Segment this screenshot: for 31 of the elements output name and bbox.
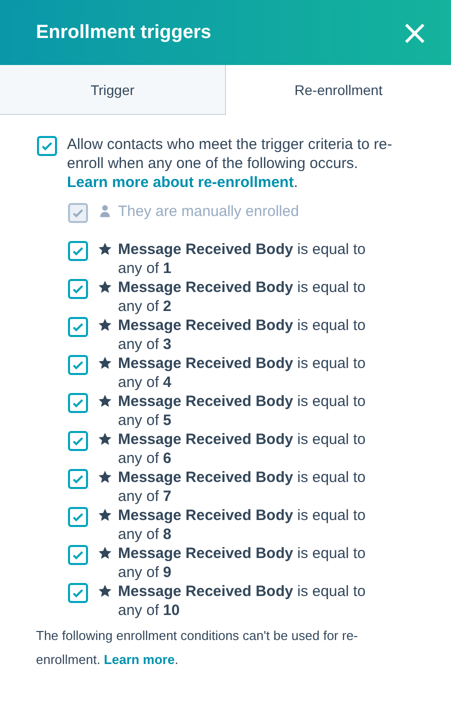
star-icon: [98, 584, 112, 598]
person-icon: [98, 204, 112, 218]
star-icon: [98, 318, 112, 332]
star-icon: [98, 394, 112, 408]
checkbox[interactable]: [68, 583, 88, 603]
star-icon: [98, 432, 112, 446]
checkbox[interactable]: [68, 393, 88, 413]
panel-title: Enrollment triggers: [36, 22, 212, 44]
checkbox[interactable]: [68, 545, 88, 565]
star-icon: [98, 242, 112, 256]
allow-label: Allow contacts who meet the trigger criteria to re-enroll when any one of the following occurs. Learn more about re-enrollment.: [67, 135, 394, 192]
learn-more-link[interactable]: Learn more: [104, 652, 175, 667]
checkbox[interactable]: [68, 317, 88, 337]
close-button[interactable]: ×: [396, 16, 433, 50]
checkbox[interactable]: [37, 136, 57, 156]
checkbox[interactable]: [68, 279, 88, 299]
star-icon: [98, 356, 112, 370]
checkbox[interactable]: [68, 241, 88, 261]
condition-label: Message Received Body is equal to any of 10: [118, 582, 367, 620]
checkbox[interactable]: [68, 469, 88, 489]
star-icon: [98, 470, 112, 484]
learn-more-link[interactable]: Learn more about re-enrollment: [67, 174, 294, 191]
checkbox[interactable]: [68, 355, 88, 375]
checkbox[interactable]: [68, 431, 88, 451]
condition-label: They are manually enrolled: [118, 202, 300, 221]
footer-note: The following enrollment conditions can't be used for re-enrollment. Learn more.: [36, 627, 359, 669]
checkbox[interactable]: [68, 507, 88, 527]
star-icon: [98, 546, 112, 560]
tab[interactable]: Trigger: [0, 65, 226, 115]
star-icon: [98, 508, 112, 522]
star-icon: [98, 280, 112, 294]
